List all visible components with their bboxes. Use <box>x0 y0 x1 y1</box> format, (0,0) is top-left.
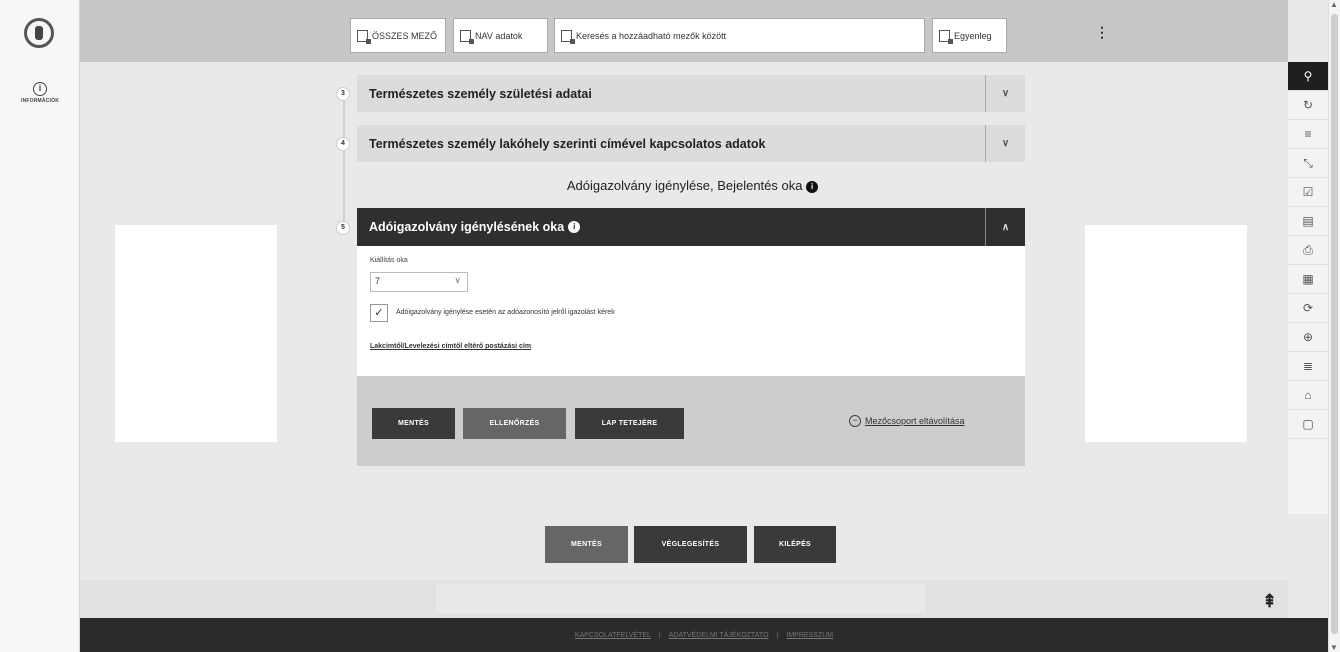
minus-circle-icon: − <box>849 415 861 427</box>
vertical-scrollbar[interactable]: ▲ ▼ <box>1328 0 1340 652</box>
group-title-text: Adóigazolvány igénylése, Bejelentés oka <box>566 178 803 193</box>
footer-separator: | <box>658 631 661 639</box>
section-button-bar: MENTÉS ELLENŐRZÉS LAP TETEJÉRE − Mezőcso… <box>357 376 1025 466</box>
remove-group-label: Mezőcsoport eltávolítása <box>865 416 965 426</box>
step-number: 3 <box>336 87 350 101</box>
group-title: Adóigazolvány igénylése, Bejelentés oka … <box>520 178 865 193</box>
document-icon[interactable]: ▤ <box>1288 207 1328 236</box>
chevron-down-icon[interactable]: ∨ <box>985 125 1025 162</box>
remove-group-link[interactable]: − Mezőcsoport eltávolítása <box>849 415 965 427</box>
privacy-link[interactable]: ADATVÉDELMI TÁJÉKOZTATÓ <box>669 632 769 639</box>
section-residence-data[interactable]: Természetes személy lakóhely szerinti cí… <box>357 125 1025 162</box>
issue-reason-value: 7 <box>375 276 381 286</box>
all-fields-button[interactable]: ÖSSZES MEZŐ <box>350 18 446 53</box>
back-to-top-button[interactable]: LAP TETEJÉRE <box>575 408 684 439</box>
section-title: Természetes személy lakóhely szerinti cí… <box>369 136 766 151</box>
archive-icon[interactable]: ⌂ <box>1288 381 1328 410</box>
certificate-checkbox-label: Adóigazolvány igénylése esetén az adóazo… <box>396 309 615 316</box>
scroll-to-top-icon[interactable]: ⇞ <box>1262 591 1277 612</box>
search-fields-icon <box>561 29 575 44</box>
balance-button[interactable]: Egyenleg <box>932 18 1007 53</box>
info-icon[interactable]: i <box>806 181 819 193</box>
all-fields-label: ÖSSZES MEZŐ <box>372 30 438 41</box>
issue-reason-label: Kiállítás oka <box>370 257 408 264</box>
search-icon[interactable]: ⚲ <box>1288 62 1328 91</box>
search-input[interactable]: Keresés a hozzáadható mezők között <box>554 18 925 53</box>
info-icon[interactable]: i <box>568 221 581 233</box>
app-logo-icon[interactable] <box>24 18 54 48</box>
issue-reason-select[interactable]: 7 ∨ <box>370 272 468 292</box>
step-number: 5 <box>336 221 350 235</box>
scroll-down-icon[interactable]: ▼ <box>1330 643 1338 652</box>
bottom-band-inner <box>436 584 926 613</box>
nav-data-icon <box>460 29 474 44</box>
undo-icon[interactable]: ↻ <box>1288 91 1328 120</box>
section-save-button[interactable]: MENTÉS <box>372 408 455 439</box>
bottom-band <box>80 580 1288 618</box>
postal-address-link[interactable]: Lakcímtől/Levelezési címtől eltérő postá… <box>370 343 531 350</box>
section-check-button[interactable]: ELLENŐRZÉS <box>463 408 566 439</box>
step-connector-line <box>343 90 345 230</box>
balance-label: Egyenleg <box>954 30 992 41</box>
chevron-up-icon[interactable]: ∧ <box>985 208 1025 246</box>
nav-data-button[interactable]: NAV adatok <box>453 18 548 53</box>
information-label: INFORMÁCIÓK <box>20 98 60 104</box>
checklist-icon[interactable]: ☑ <box>1288 178 1328 207</box>
list-icon[interactable]: ≡ <box>1288 120 1328 149</box>
step-number: 4 <box>336 137 350 151</box>
section-title: Adóigazolvány igénylésének oka <box>369 220 565 234</box>
save-button[interactable]: MENTÉS <box>545 526 628 563</box>
chevron-down-icon: ∨ <box>454 275 461 285</box>
print-icon[interactable]: ⎙ <box>1288 236 1328 265</box>
file-info-icon[interactable]: ▢ <box>1288 410 1328 439</box>
top-toolbar: ÖSSZES MEZŐ NAV adatok Keresés a hozzáad… <box>80 0 1288 62</box>
section-title: Természetes személy születési adatai <box>369 86 592 101</box>
balance-icon <box>939 29 953 44</box>
exit-button[interactable]: KILÉPÉS <box>754 526 836 563</box>
right-tool-rail: ⚲ ↻ ≡ ⤡ ☑ ▤ ⎙ ▦ ⟳ ⊕ ≣ ⌂ ▢ <box>1288 62 1328 514</box>
new-doc-icon[interactable]: ⊕ <box>1288 323 1328 352</box>
form-icon[interactable]: ▦ <box>1288 265 1328 294</box>
section-form-body: Kiállítás oka 7 ∨ ✓ Adóigazolvány igényl… <box>357 246 1025 376</box>
chevron-down-icon[interactable]: ∨ <box>985 75 1025 112</box>
nav-data-label: NAV adatok <box>475 30 523 41</box>
certificate-checkbox[interactable]: ✓ <box>370 304 388 322</box>
collapse-icon[interactable]: ⤡ <box>1288 149 1328 178</box>
footer: KAPCSOLATFELVÉTEL | ADATVÉDELMI TÁJÉKOZT… <box>80 618 1328 652</box>
info-icon: i <box>33 82 47 96</box>
left-white-panel <box>115 225 277 442</box>
imprint-link[interactable]: IMPRESSZUM <box>786 632 833 639</box>
information-button[interactable]: i INFORMÁCIÓK <box>12 78 68 104</box>
add-field-icon <box>357 29 371 44</box>
section-birth-data[interactable]: Természetes személy születési adatai ∨ <box>357 75 1025 112</box>
footer-separator: | <box>776 631 779 639</box>
more-menu-icon[interactable]: ⋮ <box>1095 24 1109 41</box>
list-alt-icon[interactable]: ≣ <box>1288 352 1328 381</box>
scroll-thumb[interactable] <box>1331 14 1338 634</box>
left-rail: i INFORMÁCIÓK <box>0 0 80 652</box>
contact-link[interactable]: KAPCSOLATFELVÉTEL <box>575 632 651 639</box>
scroll-up-icon[interactable]: ▲ <box>1330 0 1338 9</box>
search-placeholder: Keresés a hozzáadható mezők között <box>576 30 727 41</box>
finalize-button[interactable]: VÉGLEGESÍTÉS <box>634 526 747 563</box>
section-tax-card-reason[interactable]: Adóigazolvány igénylésének oka i ∧ <box>357 208 1025 246</box>
right-white-panel <box>1085 225 1247 442</box>
refresh-doc-icon[interactable]: ⟳ <box>1288 294 1328 323</box>
